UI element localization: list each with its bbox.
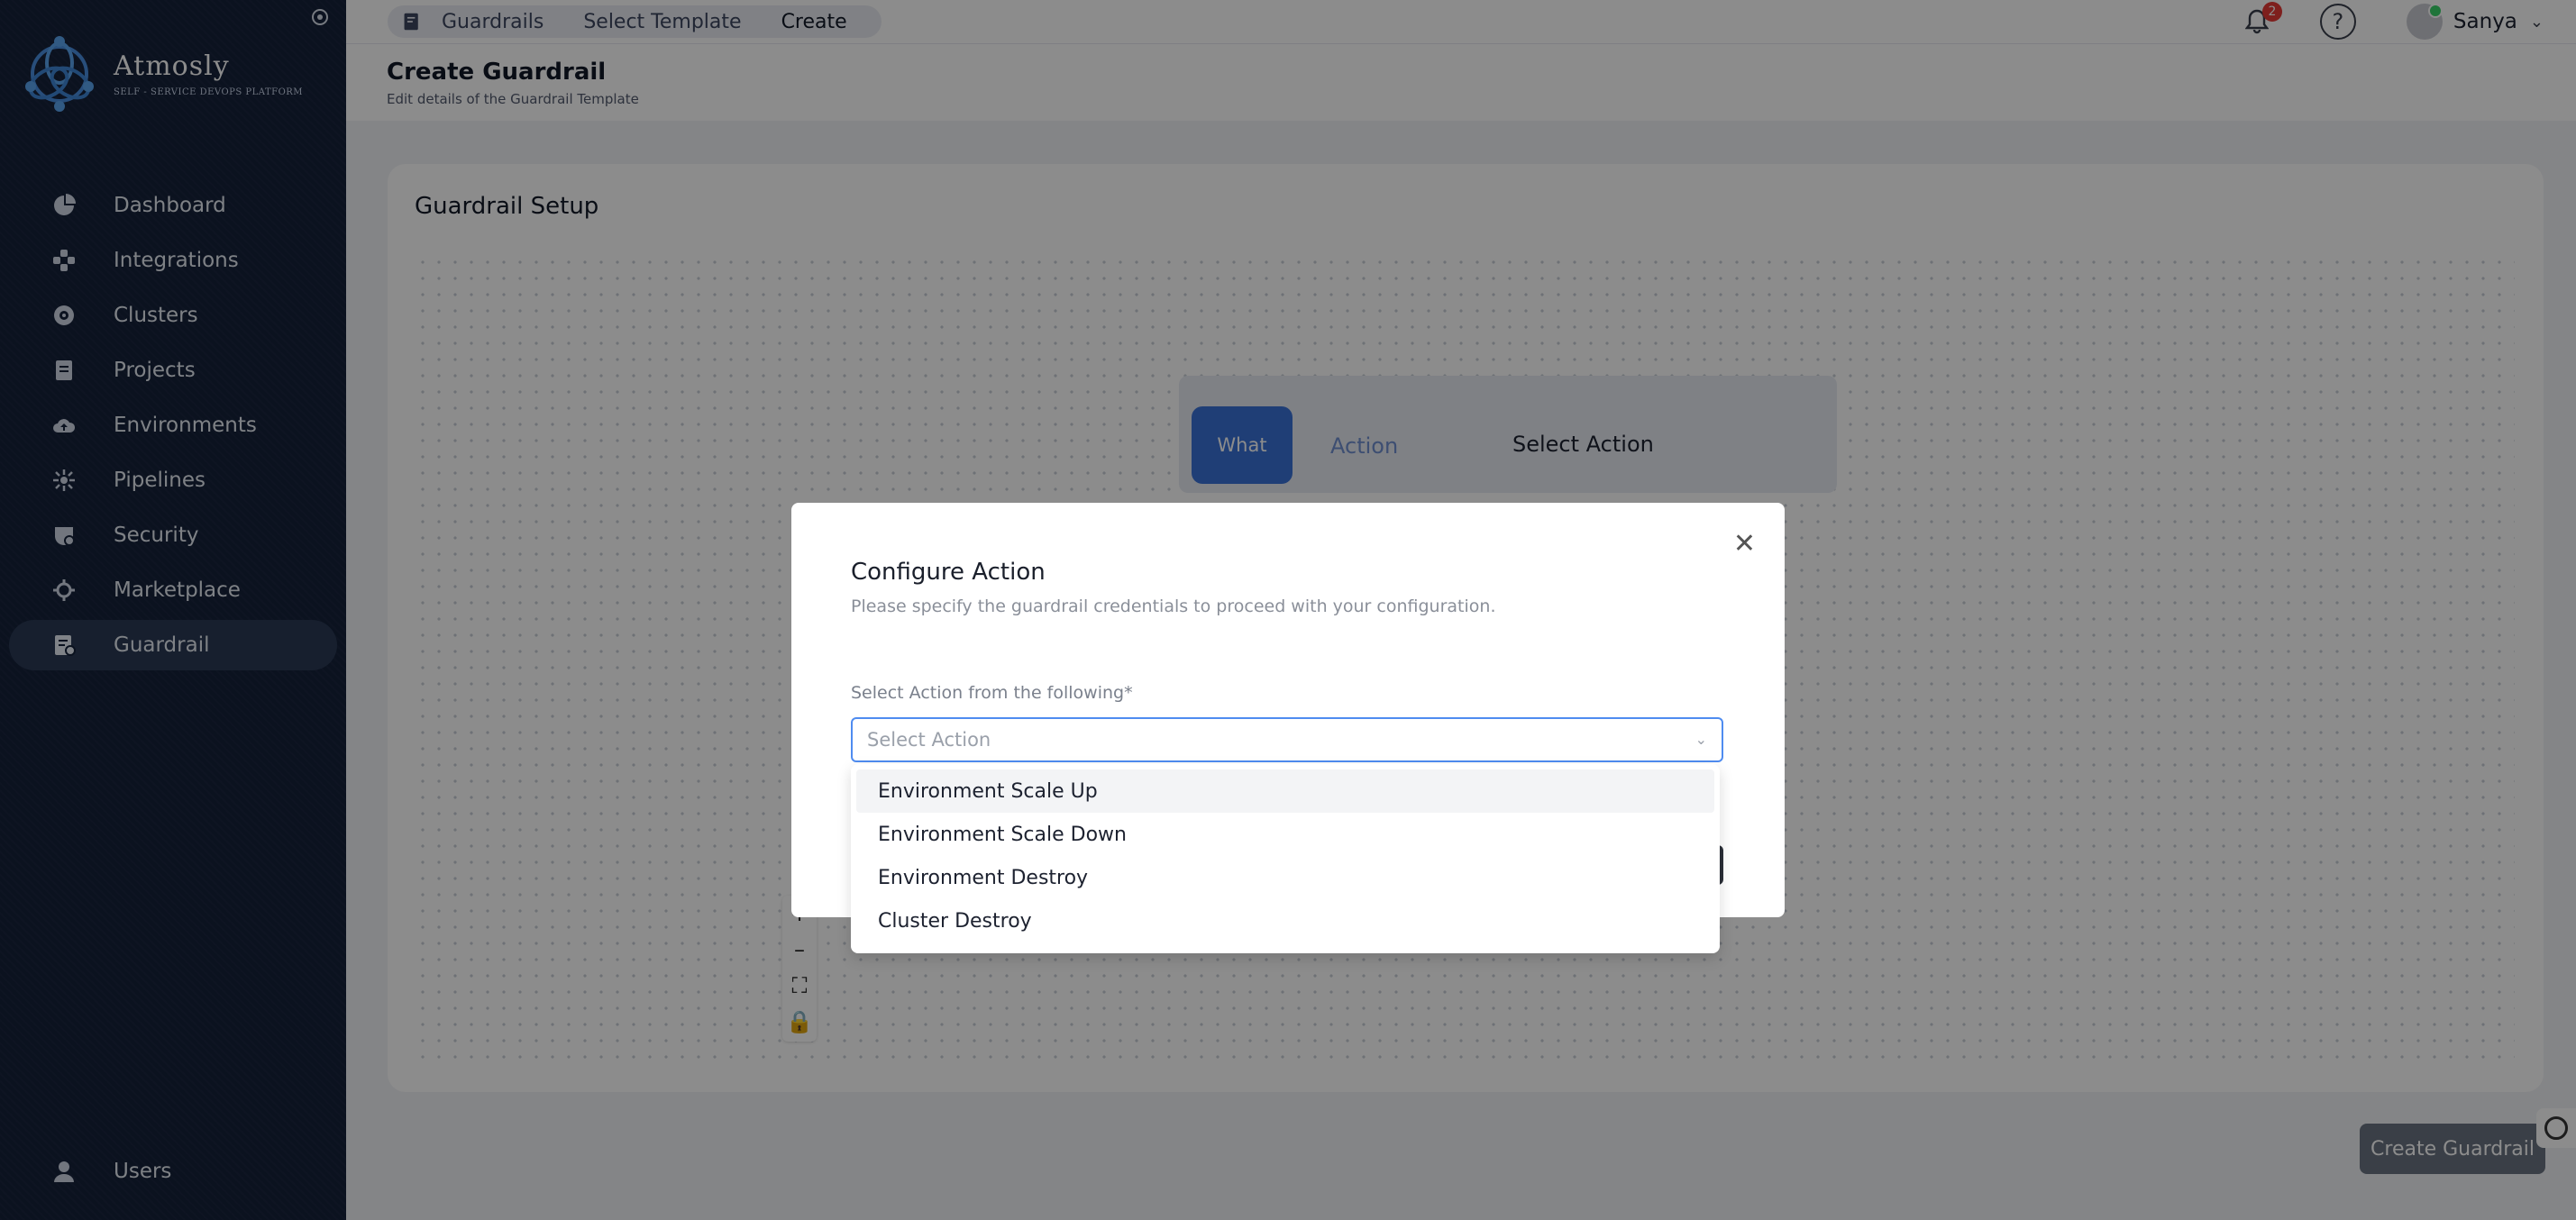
action-dropdown: Environment Scale Up Environment Scale D… bbox=[851, 764, 1720, 953]
modal-title: Configure Action bbox=[851, 559, 1046, 586]
action-field-label: Select Action from the following* bbox=[851, 683, 1133, 703]
option-environment-destroy[interactable]: Environment Destroy bbox=[856, 856, 1714, 899]
option-environment-scale-down[interactable]: Environment Scale Down bbox=[856, 813, 1714, 856]
modal-subtitle: Please specify the guardrail credentials… bbox=[851, 596, 1496, 616]
action-select[interactable]: Select Action ⌄ bbox=[851, 717, 1723, 762]
chevron-down-icon: ⌄ bbox=[1694, 731, 1707, 748]
option-environment-scale-up[interactable]: Environment Scale Up bbox=[856, 769, 1714, 813]
option-cluster-destroy[interactable]: Cluster Destroy bbox=[856, 899, 1714, 942]
close-icon[interactable]: ✕ bbox=[1733, 528, 1756, 560]
action-select-placeholder: Select Action bbox=[867, 729, 991, 751]
